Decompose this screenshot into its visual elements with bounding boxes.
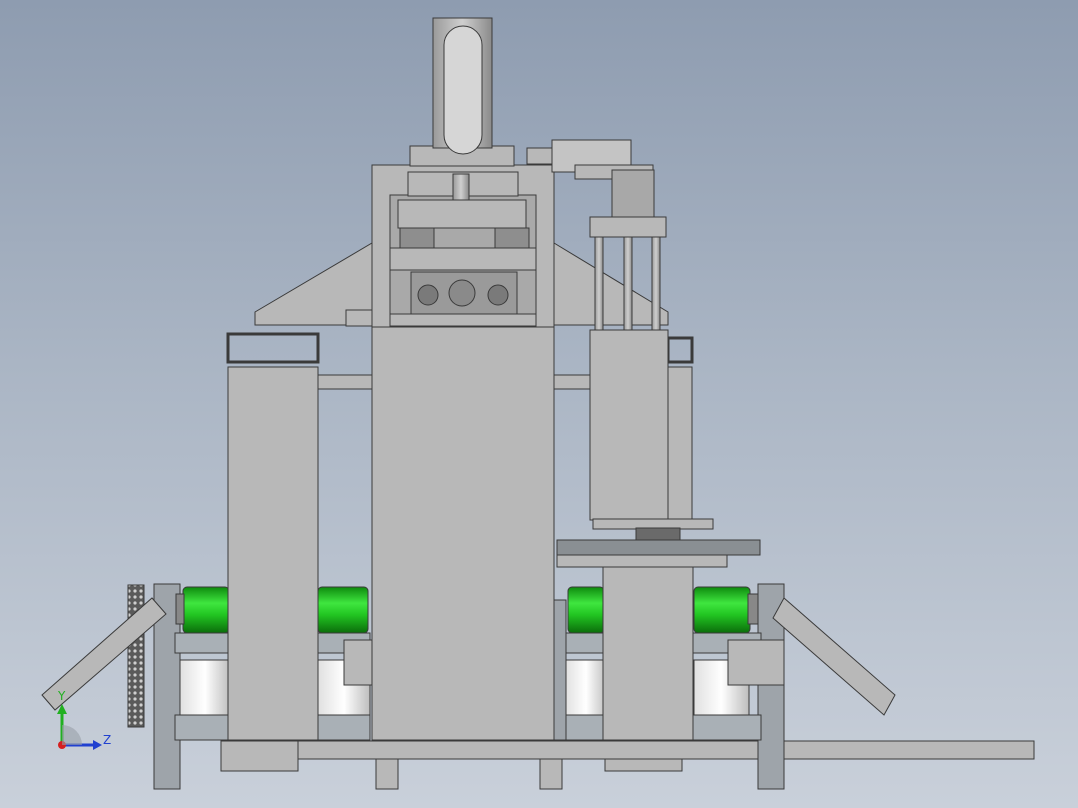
base-foot-3 (604, 758, 683, 772)
center-shaft (452, 173, 470, 201)
right-column (667, 366, 693, 528)
gearbox-base (389, 313, 537, 327)
left-pulley (179, 659, 231, 716)
right-pedestal (602, 566, 694, 741)
right-roller-1 (567, 586, 605, 634)
base-foot-1 (375, 758, 399, 790)
guide-rod-3 (651, 236, 661, 331)
z-axis-label: Z (103, 733, 111, 747)
linear-block-right (494, 227, 530, 249)
right-hopper-lip (666, 336, 694, 364)
top-cylinder-slot (443, 25, 483, 155)
cad-model-viewport[interactable]: Y Z (0, 0, 1078, 808)
gearbox-hole-3 (487, 284, 509, 306)
crossbar-left (317, 374, 373, 390)
right-motor-box (727, 639, 785, 686)
left-chain (127, 584, 145, 728)
right-pulley (564, 659, 608, 716)
roof-block-left (345, 309, 373, 327)
base-plate (271, 740, 1035, 760)
arm-bracket (526, 147, 554, 165)
left-frame-post-inner (553, 599, 567, 741)
gripper-mount (589, 216, 667, 238)
left-roller-1 (182, 586, 230, 634)
right-chute (772, 597, 896, 716)
gearbox-hole-1 (417, 284, 439, 306)
left-hopper-lip (226, 332, 320, 364)
lift-body (589, 329, 669, 521)
left-roller-2 (317, 586, 369, 634)
base-plate-left (220, 740, 299, 772)
crossbar-right (553, 374, 591, 390)
roof-right (553, 242, 669, 326)
head-plate-3 (389, 247, 537, 271)
guide-rod-2 (623, 236, 633, 331)
roller-end-2 (747, 593, 759, 625)
linear-rail (556, 539, 761, 556)
gripper-head (611, 169, 655, 219)
roller-end-1 (175, 593, 185, 625)
head-plate-2 (397, 199, 527, 229)
gearbox-hole-2 (448, 279, 476, 307)
y-axis-label: Y (57, 689, 66, 703)
base-foot-2 (539, 758, 563, 790)
left-column (227, 366, 319, 741)
left-bracket (343, 639, 373, 686)
guide-rod-1 (594, 236, 604, 331)
linear-block-left (399, 227, 435, 249)
coordinate-triad: Y Z (57, 689, 111, 750)
rail-support (556, 554, 728, 568)
right-roller-2 (693, 586, 751, 634)
main-column (371, 326, 555, 741)
